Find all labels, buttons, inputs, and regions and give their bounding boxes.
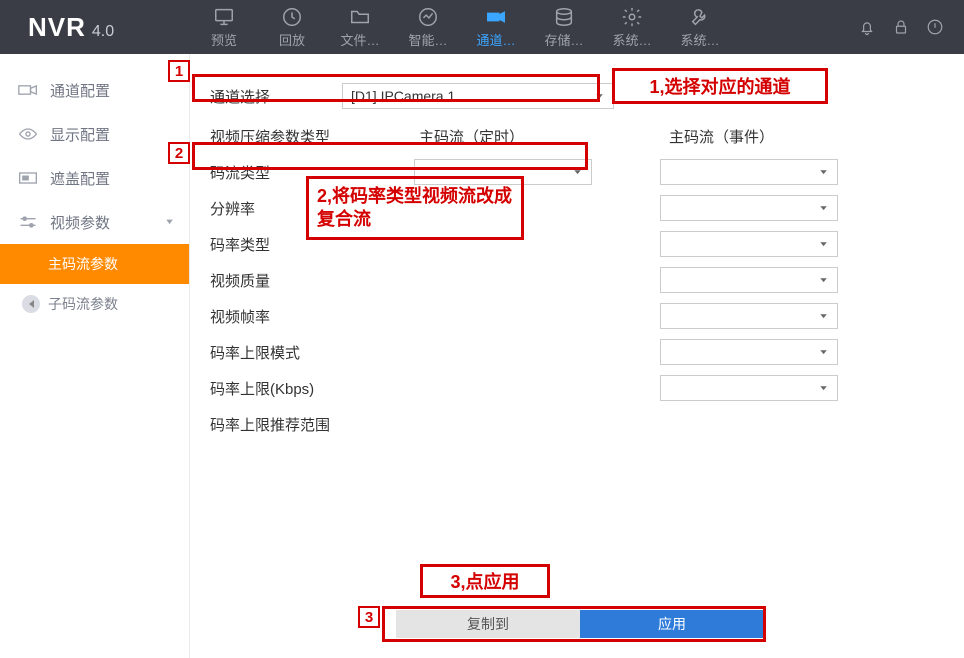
frame-rate-col2[interactable]: ▼	[660, 303, 838, 329]
channel-value: [D1] IPCamera 1	[351, 88, 455, 104]
sidebar-sub-label: 子码流参数	[48, 294, 118, 314]
channel-label: 通道选择	[204, 86, 364, 107]
caret-down-icon: ▼	[818, 276, 829, 283]
caret-down-icon: ▼	[818, 240, 829, 247]
resolution-col2[interactable]: ▼	[660, 195, 838, 221]
bitrate-limit-mode-label: 码率上限模式	[204, 342, 414, 363]
sidebar-item-channel-config[interactable]: 通道配置	[0, 68, 189, 112]
sidebar-sub-main-stream[interactable]: 主码流参数	[0, 244, 189, 284]
sidebar-item-label: 显示配置	[50, 124, 110, 145]
nav-playback[interactable]: 回放	[258, 0, 326, 54]
caret-down-icon: ▼	[818, 168, 829, 175]
topbar: NVR 4.0 预览 回放 文件… 智能… 通道… 存储… 系统…	[0, 0, 964, 54]
stream-type-col2[interactable]: ▼	[660, 159, 838, 185]
anno-text-3-box: 3,点应用	[420, 564, 550, 598]
sidebar-item-display-config[interactable]: 显示配置	[0, 112, 189, 156]
gear-icon	[621, 6, 643, 28]
sidebar-item-mask-config[interactable]: 遮盖配置	[0, 156, 189, 200]
bitrate-limit-kbps-col2[interactable]: ▼	[660, 375, 838, 401]
mask-icon	[18, 171, 38, 185]
resolution-label: 分辨率	[204, 198, 414, 219]
nav-label: 通道…	[476, 30, 515, 49]
chevron-down-icon: ▼	[164, 218, 175, 226]
nav-label: 回放	[279, 30, 305, 49]
lock-icon[interactable]	[892, 18, 910, 36]
logo: NVR 4.0	[0, 12, 190, 43]
bitrate-type-label: 码率类型	[204, 234, 414, 255]
bitrate-limit-kbps-label: 码率上限(Kbps)	[204, 378, 414, 399]
nav-system2[interactable]: 系统…	[666, 0, 734, 54]
monitor-icon	[213, 6, 235, 28]
stream-type-col1[interactable]: ▼	[414, 159, 592, 185]
sliders-icon	[18, 215, 38, 229]
nav-smart[interactable]: 智能…	[394, 0, 462, 54]
sidebar-sub-label: 主码流参数	[48, 254, 118, 274]
bitrate-limit-mode-col2[interactable]: ▼	[660, 339, 838, 365]
anno-text-3: 3,点应用	[450, 568, 519, 594]
nav-label: 智能…	[408, 30, 447, 49]
nav-label: 系统…	[612, 30, 651, 49]
logo-text: NVR	[28, 12, 86, 43]
nav-preview[interactable]: 预览	[190, 0, 258, 54]
nav-label: 系统…	[680, 30, 719, 49]
apply-button[interactable]: 应用	[580, 610, 764, 638]
camera-small-icon	[18, 83, 38, 97]
caret-down-icon: ▼	[818, 384, 829, 391]
frame-rate-label: 视频帧率	[204, 306, 414, 327]
anno-num-3: 3	[358, 606, 380, 628]
nav-label: 存储…	[544, 30, 583, 49]
topbar-right	[858, 0, 944, 54]
bell-icon[interactable]	[858, 18, 876, 36]
bitrate-range-label: 码率上限推荐范围	[204, 414, 414, 435]
analytics-icon	[417, 6, 439, 28]
camera-icon	[485, 6, 507, 28]
bitrate-type-col2[interactable]: ▼	[660, 231, 838, 257]
copy-to-button[interactable]: 复制到	[396, 610, 580, 638]
sidebar: 通道配置 显示配置 遮盖配置 视频参数 ▼ 主码流参数 子码流参数	[0, 54, 190, 658]
logo-version: 4.0	[92, 23, 114, 41]
video-quality-col2[interactable]: ▼	[660, 267, 838, 293]
sidebar-item-label: 通道配置	[50, 80, 110, 101]
folder-icon	[349, 6, 371, 28]
top-nav: 预览 回放 文件… 智能… 通道… 存储… 系统… 系统…	[190, 0, 734, 54]
content: 通道选择 [D1] IPCamera 1 ▼ 视频压缩参数类型 主码流（定时） …	[190, 54, 964, 658]
nav-system1[interactable]: 系统…	[598, 0, 666, 54]
param-type-label: 视频压缩参数类型	[204, 126, 419, 147]
caret-down-icon: ▼	[818, 204, 829, 211]
eye-icon	[18, 127, 38, 141]
button-bar: 复制到 应用	[396, 610, 764, 638]
database-icon	[553, 6, 575, 28]
col1-header: 主码流（定时）	[419, 126, 669, 147]
sidebar-item-label: 视频参数	[50, 212, 110, 233]
nav-channel[interactable]: 通道…	[462, 0, 530, 54]
apply-label: 应用	[658, 614, 686, 634]
caret-down-icon: ▼	[594, 92, 605, 99]
sidebar-item-label: 遮盖配置	[50, 168, 110, 189]
caret-down-icon: ▼	[818, 312, 829, 319]
power-icon[interactable]	[926, 18, 944, 36]
nav-storage[interactable]: 存储…	[530, 0, 598, 54]
back-circle-icon	[22, 295, 40, 313]
copy-label: 复制到	[467, 614, 509, 634]
caret-down-icon: ▼	[818, 348, 829, 355]
col2-header: 主码流（事件）	[669, 126, 774, 147]
nav-label: 预览	[211, 30, 237, 49]
channel-select[interactable]: [D1] IPCamera 1 ▼	[342, 83, 614, 109]
caret-down-icon: ▼	[572, 168, 583, 175]
nav-file[interactable]: 文件…	[326, 0, 394, 54]
video-quality-label: 视频质量	[204, 270, 414, 291]
wrench-icon	[689, 6, 711, 28]
playback-icon	[281, 6, 303, 28]
sidebar-item-video-param[interactable]: 视频参数 ▼	[0, 200, 189, 244]
nav-label: 文件…	[340, 30, 379, 49]
stream-type-label: 码流类型	[204, 162, 414, 183]
sidebar-sub-sub-stream[interactable]: 子码流参数	[0, 284, 189, 324]
